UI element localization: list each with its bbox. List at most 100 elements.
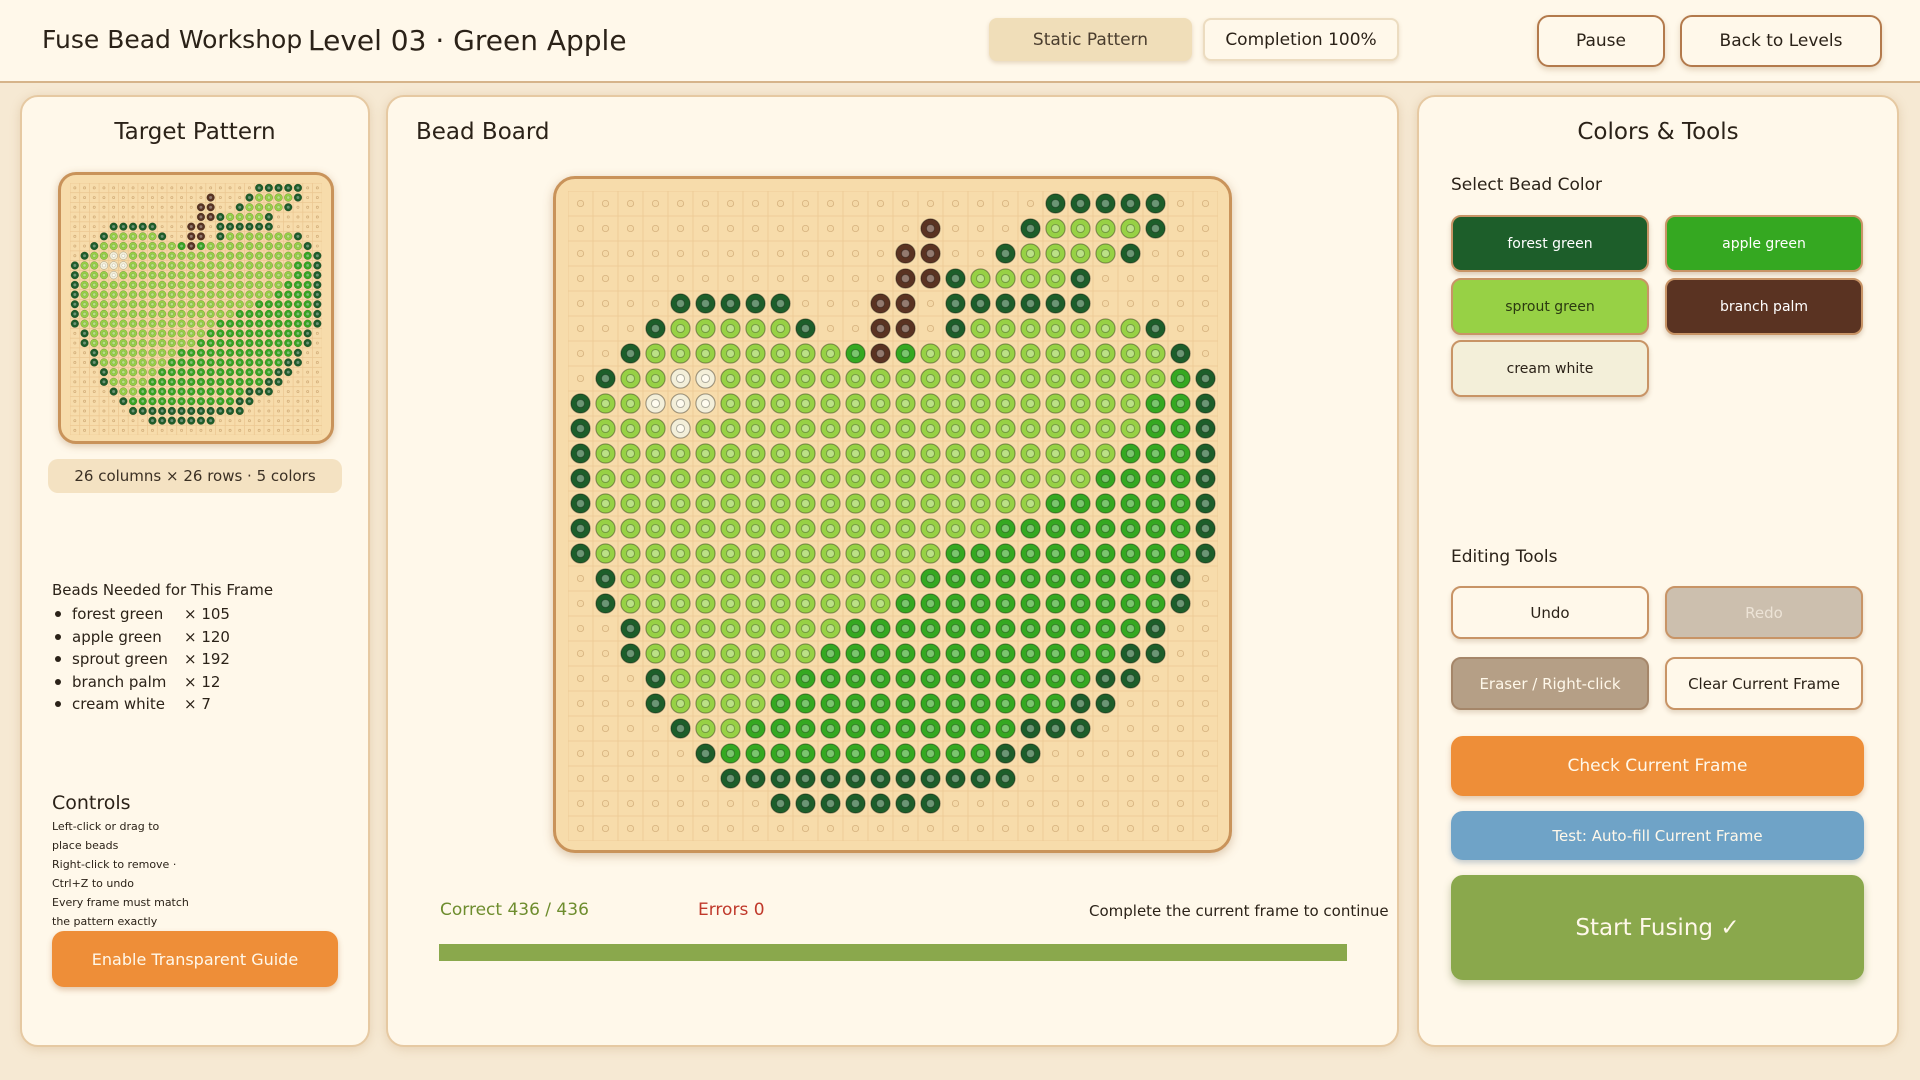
empty-peg[interactable]	[1126, 724, 1135, 733]
empty-peg[interactable]	[1051, 749, 1060, 758]
empty-peg[interactable]	[651, 749, 660, 758]
empty-peg[interactable]	[92, 225, 96, 229]
empty-peg[interactable]	[92, 380, 96, 384]
empty-peg[interactable]	[926, 199, 935, 208]
empty-peg[interactable]	[1176, 774, 1185, 783]
empty-peg[interactable]	[102, 205, 106, 209]
empty-peg[interactable]	[209, 234, 213, 238]
empty-peg[interactable]	[1176, 824, 1185, 833]
empty-peg[interactable]	[286, 409, 290, 413]
empty-peg[interactable]	[576, 599, 585, 608]
empty-peg[interactable]	[776, 224, 785, 233]
empty-peg[interactable]	[601, 724, 610, 733]
empty-peg[interactable]	[576, 274, 585, 283]
empty-peg[interactable]	[277, 419, 280, 423]
empty-peg[interactable]	[141, 215, 145, 219]
empty-peg[interactable]	[170, 234, 174, 238]
empty-peg[interactable]	[1176, 699, 1185, 708]
empty-peg[interactable]	[73, 399, 77, 403]
empty-peg[interactable]	[218, 205, 222, 209]
empty-peg[interactable]	[876, 224, 885, 233]
empty-peg[interactable]	[180, 205, 184, 209]
empty-peg[interactable]	[626, 224, 635, 233]
empty-peg[interactable]	[1051, 799, 1060, 808]
empty-peg[interactable]	[257, 399, 261, 403]
empty-peg[interactable]	[1201, 574, 1210, 583]
empty-peg[interactable]	[1126, 299, 1135, 308]
empty-peg[interactable]	[1126, 274, 1135, 283]
empty-peg[interactable]	[851, 274, 860, 283]
empty-peg[interactable]	[73, 215, 77, 219]
empty-peg[interactable]	[83, 215, 86, 219]
empty-peg[interactable]	[257, 428, 261, 432]
empty-peg[interactable]	[199, 186, 203, 190]
empty-peg[interactable]	[267, 419, 271, 423]
empty-peg[interactable]	[286, 225, 290, 229]
empty-peg[interactable]	[876, 824, 885, 833]
empty-peg[interactable]	[801, 224, 810, 233]
empty-peg[interactable]	[131, 186, 135, 190]
empty-peg[interactable]	[306, 196, 310, 199]
empty-peg[interactable]	[189, 215, 193, 219]
empty-peg[interactable]	[296, 428, 300, 432]
empty-peg[interactable]	[776, 199, 785, 208]
empty-peg[interactable]	[228, 196, 232, 199]
empty-peg[interactable]	[626, 274, 635, 283]
empty-peg[interactable]	[141, 186, 145, 190]
empty-peg[interactable]	[209, 428, 213, 432]
empty-peg[interactable]	[73, 370, 77, 374]
empty-peg[interactable]	[73, 186, 77, 190]
empty-peg[interactable]	[315, 399, 319, 403]
empty-peg[interactable]	[73, 360, 77, 364]
empty-peg[interactable]	[576, 774, 585, 783]
empty-peg[interactable]	[1176, 249, 1185, 258]
empty-peg[interactable]	[267, 399, 271, 403]
empty-peg[interactable]	[1176, 199, 1185, 208]
empty-peg[interactable]	[238, 186, 242, 190]
empty-peg[interactable]	[976, 824, 985, 833]
empty-peg[interactable]	[826, 224, 835, 233]
empty-peg[interactable]	[1126, 699, 1135, 708]
empty-peg[interactable]	[189, 186, 193, 190]
empty-peg[interactable]	[83, 360, 86, 364]
empty-peg[interactable]	[286, 419, 290, 423]
empty-peg[interactable]	[726, 274, 735, 283]
empty-peg[interactable]	[170, 205, 174, 209]
empty-peg[interactable]	[1151, 774, 1160, 783]
empty-peg[interactable]	[141, 196, 145, 199]
empty-peg[interactable]	[150, 428, 154, 432]
empty-peg[interactable]	[1126, 824, 1135, 833]
empty-peg[interactable]	[1151, 699, 1160, 708]
empty-peg[interactable]	[576, 724, 585, 733]
empty-peg[interactable]	[296, 380, 300, 384]
empty-peg[interactable]	[626, 299, 635, 308]
empty-peg[interactable]	[626, 674, 635, 683]
empty-peg[interactable]	[1201, 799, 1210, 808]
color-sprout-green-button[interactable]: sprout green	[1451, 278, 1649, 335]
empty-peg[interactable]	[267, 428, 271, 432]
empty-peg[interactable]	[218, 186, 222, 190]
empty-peg[interactable]	[851, 324, 860, 333]
empty-peg[interactable]	[83, 196, 86, 199]
empty-peg[interactable]	[92, 409, 96, 413]
empty-peg[interactable]	[626, 699, 635, 708]
empty-peg[interactable]	[315, 370, 319, 374]
empty-peg[interactable]	[576, 674, 585, 683]
empty-peg[interactable]	[1076, 799, 1085, 808]
empty-peg[interactable]	[209, 186, 213, 190]
empty-peg[interactable]	[601, 249, 610, 258]
empty-peg[interactable]	[676, 749, 685, 758]
empty-peg[interactable]	[180, 186, 184, 190]
empty-peg[interactable]	[73, 351, 77, 355]
empty-peg[interactable]	[102, 186, 106, 190]
empty-peg[interactable]	[296, 225, 300, 229]
empty-peg[interactable]	[180, 215, 184, 219]
empty-peg[interactable]	[170, 196, 174, 199]
empty-peg[interactable]	[826, 299, 835, 308]
empty-peg[interactable]	[601, 274, 610, 283]
empty-peg[interactable]	[576, 649, 585, 658]
empty-peg[interactable]	[1001, 824, 1010, 833]
empty-peg[interactable]	[651, 799, 660, 808]
empty-peg[interactable]	[901, 824, 910, 833]
empty-peg[interactable]	[901, 199, 910, 208]
